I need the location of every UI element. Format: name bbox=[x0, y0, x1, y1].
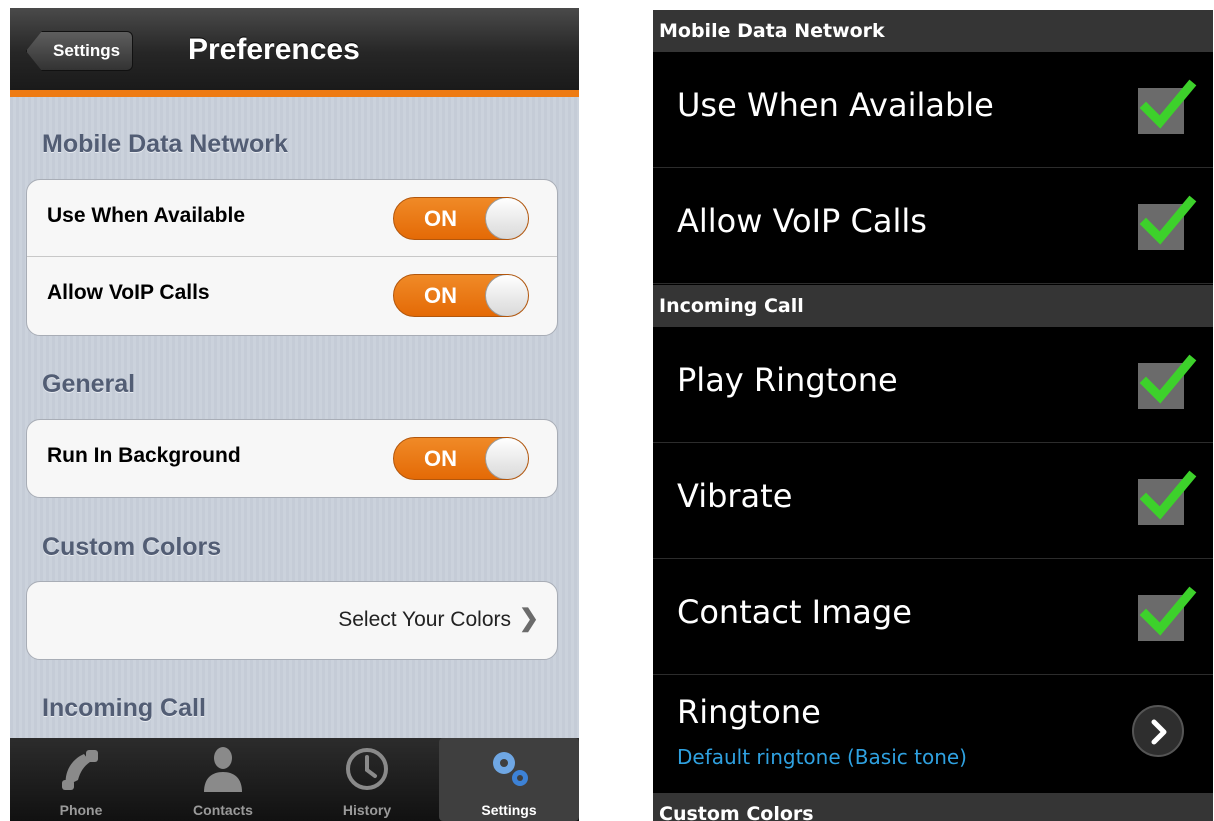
toggle-state: ON bbox=[424, 206, 457, 231]
settings-back-button[interactable]: Settings bbox=[26, 31, 134, 71]
row-play-ringtone[interactable]: Play Ringtone bbox=[653, 327, 1213, 443]
row-allow-voip-calls: Allow VoIP Calls ON bbox=[27, 257, 557, 334]
checkmark-icon bbox=[1139, 79, 1197, 129]
row-use-when-available[interactable]: Use When Available bbox=[653, 52, 1213, 168]
row-label: Allow VoIP Calls bbox=[677, 202, 927, 240]
select-your-colors-row[interactable]: Select Your Colors ❯ bbox=[27, 582, 557, 659]
checkbox-checked-icon[interactable] bbox=[1138, 586, 1197, 641]
section-header-incoming-call: Incoming Call bbox=[653, 285, 1213, 327]
tab-contacts[interactable]: Contacts bbox=[153, 738, 293, 821]
toggle-knob bbox=[485, 438, 528, 479]
tab-label: History bbox=[342, 802, 392, 818]
gears-icon bbox=[493, 752, 528, 786]
tab-settings[interactable]: Settings bbox=[439, 738, 579, 821]
checkmark-icon bbox=[1139, 195, 1197, 245]
ios-preferences-screen: Settings Preferences Mobile Data Network… bbox=[10, 8, 579, 821]
toggle-state: ON bbox=[424, 446, 457, 471]
toggle-knob bbox=[485, 275, 528, 316]
tab-label: Contacts bbox=[193, 802, 253, 818]
toggle-knob bbox=[485, 198, 528, 239]
row-allow-voip-calls[interactable]: Allow VoIP Calls bbox=[653, 168, 1213, 284]
accent-stripe bbox=[10, 90, 579, 97]
chevron-right-icon: ❯ bbox=[518, 605, 539, 632]
checkbox-checked-icon[interactable] bbox=[1138, 195, 1197, 250]
ringtone-value: Default ringtone (Basic tone) bbox=[677, 745, 967, 769]
checkbox-checked-icon[interactable] bbox=[1138, 354, 1197, 409]
select-your-colors-label: Select Your Colors bbox=[338, 608, 511, 631]
tab-label: Settings bbox=[481, 802, 537, 818]
clock-icon bbox=[346, 748, 388, 790]
mobile-data-group: Use When Available ON Allow VoIP Calls O… bbox=[26, 179, 558, 336]
section-title-mobile-data: Mobile Data Network bbox=[42, 130, 288, 158]
run-in-background-toggle[interactable]: ON bbox=[393, 437, 529, 480]
row-label: Play Ringtone bbox=[677, 361, 898, 399]
checkmark-icon bbox=[1139, 586, 1197, 636]
section-title-custom-colors: Custom Colors bbox=[42, 533, 222, 561]
checkbox-checked-icon[interactable] bbox=[1138, 79, 1197, 134]
allow-voip-calls-toggle[interactable]: ON bbox=[393, 274, 529, 317]
tab-history[interactable]: History bbox=[297, 738, 437, 821]
row-label: Use When Available bbox=[47, 204, 246, 227]
row-contact-image[interactable]: Contact Image bbox=[653, 559, 1213, 675]
row-ringtone[interactable]: Ringtone Default ringtone (Basic tone) bbox=[653, 675, 1213, 793]
use-when-available-toggle[interactable]: ON bbox=[393, 197, 529, 240]
toggle-state: ON bbox=[424, 283, 457, 308]
section-title-general: General bbox=[42, 370, 136, 398]
section-title-incoming-call: Incoming Call bbox=[42, 694, 206, 722]
general-group: Run In Background ON bbox=[26, 419, 558, 498]
checkmark-icon bbox=[1139, 470, 1197, 520]
tab-phone[interactable]: Phone bbox=[11, 738, 151, 821]
row-label: Ringtone bbox=[677, 693, 821, 731]
row-run-in-background: Run In Background ON bbox=[27, 420, 557, 497]
contacts-icon bbox=[204, 747, 242, 792]
section-header-mobile-data: Mobile Data Network bbox=[653, 10, 1213, 52]
android-preferences-screen: Mobile Data Network Use When Available A… bbox=[653, 10, 1213, 821]
page-title: Preferences bbox=[188, 33, 360, 66]
section-header-custom-colors: Custom Colors bbox=[653, 793, 1213, 821]
tab-label: Phone bbox=[59, 802, 103, 818]
row-label: Allow VoIP Calls bbox=[47, 281, 210, 304]
arrow-right-icon[interactable] bbox=[1132, 705, 1184, 757]
checkbox-checked-icon[interactable] bbox=[1138, 470, 1197, 525]
row-label: Vibrate bbox=[677, 477, 793, 515]
tab-bar: Phone Contacts History Settings bbox=[10, 738, 579, 821]
row-label: Use When Available bbox=[677, 86, 994, 124]
custom-colors-group: Select Your Colors ❯ bbox=[26, 581, 558, 660]
row-vibrate[interactable]: Vibrate bbox=[653, 443, 1213, 559]
checkmark-icon bbox=[1139, 354, 1197, 404]
phone-icon bbox=[62, 750, 98, 790]
row-label: Contact Image bbox=[677, 593, 912, 631]
row-use-when-available: Use When Available ON bbox=[27, 180, 557, 257]
ios-navigation-bar: Settings Preferences bbox=[10, 8, 579, 90]
chevron-icon bbox=[1151, 719, 1167, 745]
row-label: Run In Background bbox=[47, 444, 241, 467]
